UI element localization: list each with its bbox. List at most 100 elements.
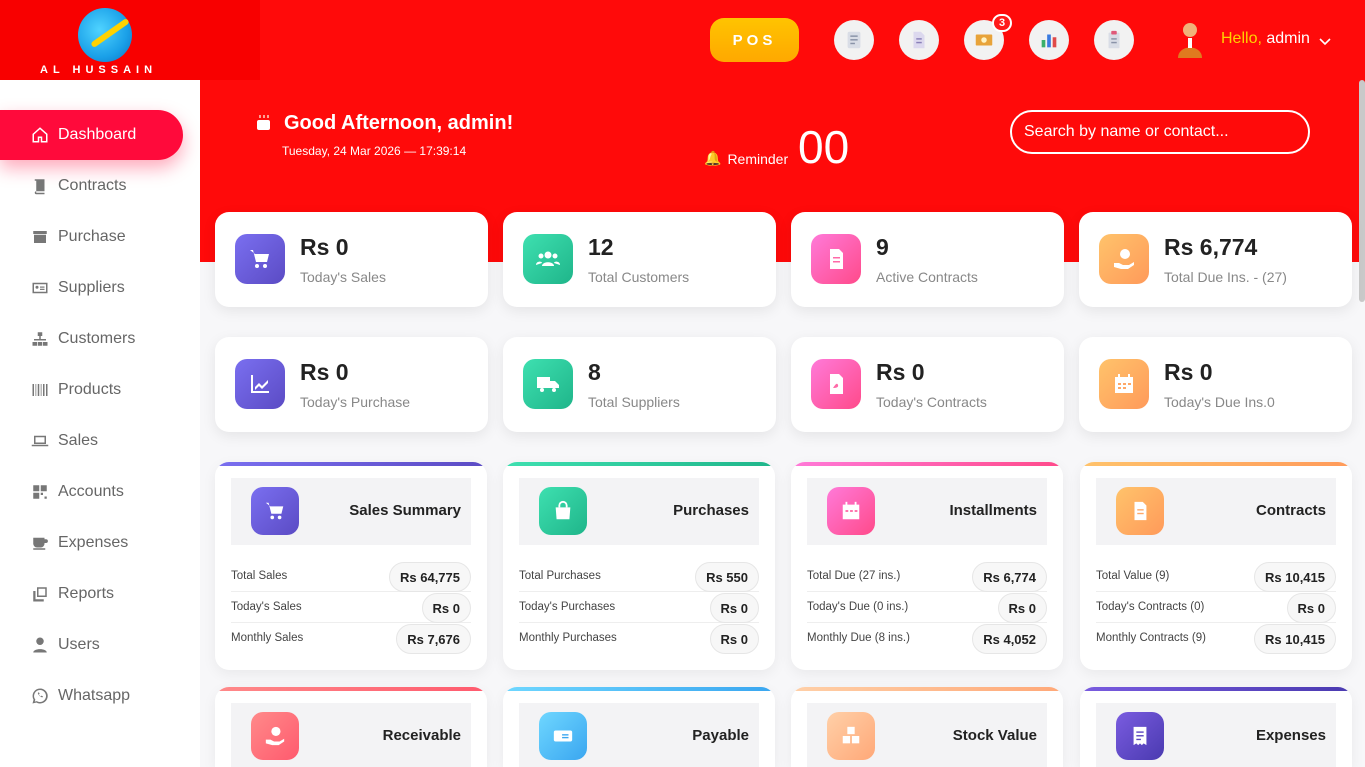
- panel-header: Contracts: [1096, 478, 1336, 545]
- money-icon: [975, 34, 993, 46]
- row-value: Rs 0: [997, 593, 1047, 623]
- row-value: Rs 0: [421, 593, 471, 623]
- notification-badge: 3: [992, 14, 1012, 32]
- reminder-label: Reminder: [727, 150, 789, 167]
- hand-money-icon: [251, 712, 299, 760]
- cart-icon: [235, 234, 285, 284]
- stat-card-active-contracts[interactable]: 9 Active Contracts: [791, 212, 1064, 307]
- user-avatar-icon[interactable]: [1172, 20, 1208, 60]
- panel-title: Stock Value: [952, 727, 1037, 744]
- stat-label: Today's Due Ins.0: [1164, 394, 1275, 410]
- stat-card-total-suppliers[interactable]: 8 Total Suppliers: [503, 337, 776, 432]
- notifications-button[interactable]: 3: [964, 14, 1012, 60]
- row-label: Total Value (9): [1096, 570, 1170, 582]
- sidebar-item-label: Contracts: [58, 177, 127, 194]
- sidebar-item-label: Expenses: [58, 534, 129, 551]
- sidebar-item-sales[interactable]: Sales: [0, 416, 183, 466]
- table-row: Today's Due (0 ins.) Rs 0: [807, 592, 1047, 623]
- sidebar-item-customers[interactable]: Customers: [0, 314, 183, 364]
- row-value: Rs 0: [709, 593, 759, 623]
- panel-header: Purchases: [519, 478, 759, 545]
- row-label: Monthly Contracts (9): [1096, 632, 1206, 644]
- invoice-shortcut-button[interactable]: [834, 20, 874, 60]
- stat-label: Today's Contracts: [876, 394, 987, 410]
- panel-contracts: Contracts Total Value (9) Rs 10,415 Today…: [1080, 462, 1352, 670]
- sidebar-item-label: Whatsapp: [58, 687, 131, 704]
- panel-stock-value: Stock Value: [791, 687, 1063, 767]
- copy-icon: [33, 587, 47, 602]
- row-value: Rs 0: [1286, 593, 1336, 623]
- stat-card-todays-purchase[interactable]: Rs 0 Today's Purchase: [215, 337, 488, 432]
- laptop-icon: [31, 435, 49, 447]
- pdf-icon: [811, 359, 861, 409]
- stat-value: Rs 6,774: [1164, 234, 1258, 260]
- table-row: Today's Sales Rs 0: [231, 592, 471, 623]
- table-row: Today's Purchases Rs 0: [519, 592, 759, 623]
- table-row: Monthly Purchases Rs 0: [519, 623, 759, 654]
- logo[interactable]: AL HUSSAIN: [0, 0, 260, 80]
- row-label: Total Sales: [231, 570, 288, 582]
- stat-card-todays-due-installments[interactable]: Rs 0 Today's Due Ins.0: [1079, 337, 1352, 432]
- stat-value: Rs 0: [876, 359, 925, 385]
- row-label: Today's Sales: [231, 601, 302, 613]
- panel-sales-summary: Sales Summary Total Sales Rs 64,775 Today…: [215, 462, 487, 670]
- contract-icon: [1116, 487, 1164, 535]
- chart-line-icon: [235, 359, 285, 409]
- analytics-shortcut-button[interactable]: [1029, 20, 1069, 60]
- current-datetime: Tuesday, 24 Mar 2026 — 17:39:14: [282, 144, 467, 158]
- panel-title: Payable: [692, 727, 749, 744]
- sidebar-item-reports[interactable]: Reports: [0, 569, 183, 619]
- panel-title: Receivable: [382, 727, 461, 744]
- table-row: Today's Contracts (0) Rs 0: [1096, 592, 1336, 623]
- contract-icon: [811, 234, 861, 284]
- report-shortcut-button[interactable]: [899, 20, 939, 60]
- chevron-down-icon[interactable]: [1318, 34, 1332, 48]
- scrollbar[interactable]: [1359, 80, 1365, 302]
- sidebar-item-purchase[interactable]: Purchase: [0, 212, 183, 262]
- bar-chart-icon: [1041, 34, 1057, 48]
- panel-receivable: Receivable: [215, 687, 487, 767]
- sidebar-item-accounts[interactable]: Accounts: [0, 467, 183, 517]
- panel-title: Installments: [949, 502, 1037, 519]
- panel-header: Installments: [807, 478, 1047, 545]
- stat-card-todays-contracts[interactable]: Rs 0 Today's Contracts: [791, 337, 1064, 432]
- panel-accent-strip: [1080, 687, 1352, 691]
- clipboard-icon: [1108, 30, 1120, 49]
- coffee-icon: [33, 537, 48, 550]
- table-row: Monthly Due (8 ins.) Rs 4,052: [807, 623, 1047, 654]
- stat-card-todays-sales[interactable]: Rs 0 Today's Sales: [215, 212, 488, 307]
- row-value: Rs 0: [709, 624, 759, 654]
- panel-purchases: Purchases Total Purchases Rs 550 Today's …: [503, 462, 775, 670]
- sidebar-item-label: Users: [58, 636, 100, 653]
- sidebar-item-products[interactable]: Products: [0, 365, 183, 415]
- stat-card-total-due-installments[interactable]: Rs 6,774 Total Due Ins. - (27): [1079, 212, 1352, 307]
- id-card-icon: [32, 282, 48, 294]
- row-value: Rs 7,676: [396, 624, 471, 654]
- sidebar-item-dashboard[interactable]: Dashboard: [0, 110, 183, 160]
- panel-accent-strip: [503, 687, 775, 691]
- reminder-link[interactable]: 🔔 Reminder: [704, 150, 788, 167]
- archive-icon: [33, 231, 47, 243]
- bag-icon: [539, 487, 587, 535]
- sidebar-item-expenses[interactable]: Expenses: [0, 518, 183, 568]
- sidebar-item-users[interactable]: Users: [0, 620, 183, 670]
- stat-value: 8: [588, 359, 601, 385]
- sidebar-item-whatsapp[interactable]: Whatsapp: [0, 671, 183, 721]
- sidebar-item-label: Customers: [58, 330, 136, 347]
- panel-accent-strip: [791, 687, 1063, 691]
- user-greeting[interactable]: Hello, admin: [1221, 30, 1310, 48]
- sidebar-item-contracts[interactable]: Contracts: [0, 161, 183, 211]
- money-card-icon: [539, 712, 587, 760]
- stat-label: Today's Sales: [300, 269, 386, 285]
- pos-button[interactable]: POS: [710, 18, 799, 62]
- row-label: Today's Due (0 ins.): [807, 601, 909, 613]
- users-icon: [523, 234, 573, 284]
- row-label: Today's Contracts (0): [1096, 601, 1205, 613]
- contract-shortcut-button[interactable]: [1094, 20, 1134, 60]
- user-name: admin: [1266, 30, 1310, 47]
- boxes-icon: [827, 712, 875, 760]
- sidebar-item-suppliers[interactable]: Suppliers: [0, 263, 183, 313]
- panel-accent-strip: [1080, 462, 1352, 466]
- search-input[interactable]: [1010, 110, 1310, 154]
- stat-card-total-customers[interactable]: 12 Total Customers: [503, 212, 776, 307]
